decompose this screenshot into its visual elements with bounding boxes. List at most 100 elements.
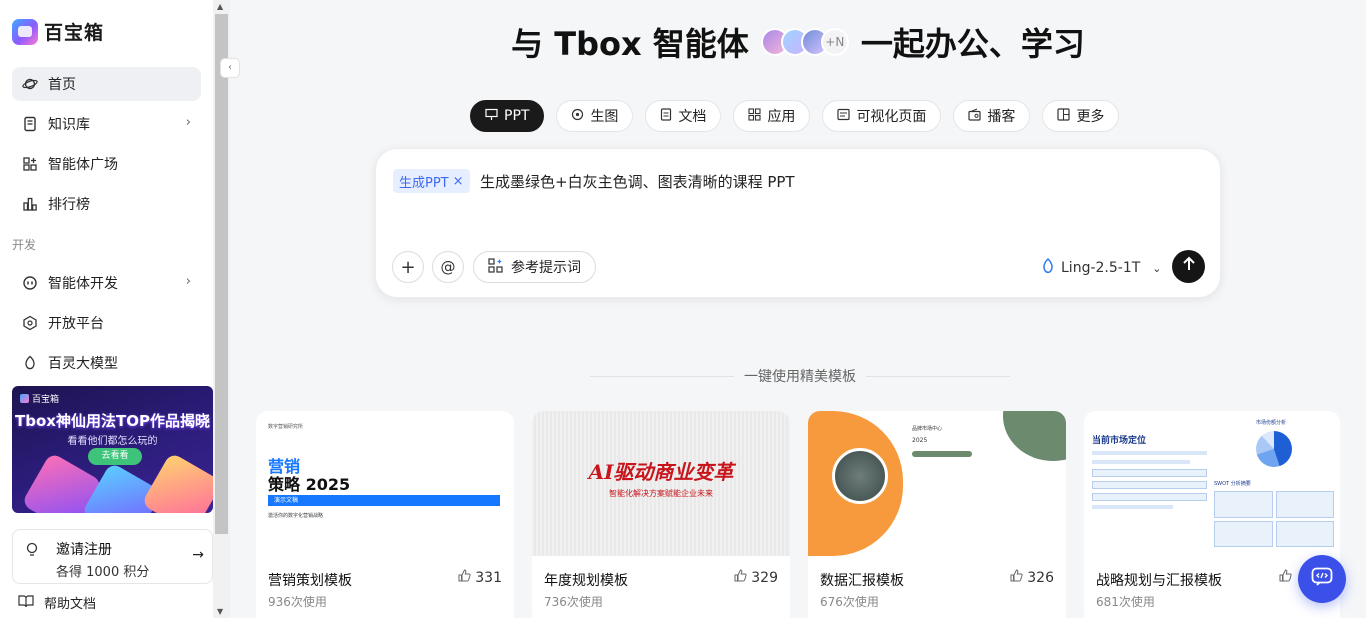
usage-count: 676次使用	[820, 595, 879, 609]
hero-text-after: 一起办公、学习	[860, 25, 1085, 63]
tab-document[interactable]: 文档	[645, 100, 722, 132]
tab-apps[interactable]: 应用	[733, 100, 811, 132]
template-thumbnail: 品牌市场中心 2025	[808, 411, 1066, 556]
like-count[interactable]	[1279, 569, 1296, 586]
thumbs-up-icon	[1010, 569, 1023, 586]
arrow-right-icon: →	[192, 547, 204, 563]
card-title: 战略规划与汇报模板	[1096, 573, 1222, 589]
reference-prompt-button[interactable]: 参考提示词	[473, 251, 596, 283]
lightbulb-icon	[25, 542, 39, 562]
like-count[interactable]: 331	[458, 569, 502, 586]
tab-visual-page[interactable]: 可视化页面	[822, 100, 942, 132]
thumb-year: 2025	[912, 437, 928, 444]
model-selector[interactable]: Ling-2.5-1T ⌄	[1041, 257, 1162, 278]
template-card-annual[interactable]: AI驱动商业变革 智能化解决方案赋能企业未来 年度规划模板 329 736次使用	[532, 411, 790, 618]
thumb-kicker: 数字营销研究所	[268, 424, 304, 430]
platform-icon	[20, 313, 40, 333]
model-icon	[20, 353, 40, 373]
hero-text-before: 与 Tbox 智能体	[511, 25, 749, 63]
thumbs-up-icon	[734, 569, 747, 586]
thumb-pie-chart	[1256, 431, 1292, 467]
banner-decoration	[141, 452, 213, 513]
tab-label: PPT	[504, 108, 530, 124]
thumb-tag	[912, 451, 972, 457]
avatar-more: +N	[820, 28, 849, 56]
add-attachment-button[interactable]: +	[392, 251, 424, 283]
book-icon	[20, 114, 40, 134]
like-count-value: 331	[475, 569, 502, 586]
chip-label: 生成PPT	[399, 175, 449, 191]
scroll-up-arrow-icon[interactable]: ▲	[217, 2, 223, 11]
sidebar-item-home[interactable]: 首页	[12, 67, 201, 101]
reference-prompt-label: 参考提示词	[511, 260, 581, 276]
like-count[interactable]: 329	[734, 569, 778, 586]
sidebar-item-bailing-model[interactable]: 百灵大模型	[12, 346, 201, 380]
templates-heading-text: 一键使用精美模板	[744, 369, 856, 385]
scroll-thumb[interactable]	[215, 14, 228, 534]
banner-button[interactable]: 去看看	[88, 448, 142, 465]
usage-count: 736次使用	[544, 595, 603, 609]
close-icon[interactable]: ×	[453, 174, 464, 189]
template-card-marketing[interactable]: 数字营销研究所 营销 策略 2025 演示文稿 激活你的数字化营销战略 营销策划…	[256, 411, 514, 618]
app-logo[interactable]: 百宝箱	[12, 18, 104, 45]
grid-plus-icon	[20, 154, 40, 174]
like-count-value: 326	[1027, 569, 1054, 586]
sidebar-scrollbar[interactable]: ▲ ▼	[213, 0, 230, 618]
scroll-down-arrow-icon[interactable]: ▼	[217, 607, 223, 616]
invite-card[interactable]: 邀请注册 各得 1000 积分 →	[12, 529, 213, 584]
banner-title: Tbox神仙用法TOP作品揭晓	[15, 412, 210, 430]
thumb-green-shape	[1003, 411, 1066, 461]
invite-title: 邀请注册	[56, 542, 112, 558]
thumb-text-block	[1092, 451, 1207, 531]
thumb-headline: AI驱动商业变革	[588, 460, 734, 484]
like-count[interactable]: 326	[1010, 569, 1054, 586]
usage-count: 936次使用	[268, 595, 327, 609]
image-gen-icon	[571, 108, 584, 124]
promo-banner[interactable]: 百宝箱 Tbox神仙用法TOP作品揭晓 看看他们都怎么玩的 去看看	[12, 386, 213, 513]
usage-count: 681次使用	[1096, 595, 1155, 609]
arrow-up-icon	[1182, 256, 1196, 277]
plus-icon: +	[400, 256, 416, 278]
thumb-line2: 策略 2025	[268, 475, 351, 494]
template-thumbnail: 数字营销研究所 营销 策略 2025 演示文稿 激活你的数字化营销战略	[256, 411, 514, 556]
sidebar-item-ranking[interactable]: 排行榜	[12, 187, 201, 221]
chevron-right-icon: ›	[185, 115, 191, 130]
chat-code-icon	[1311, 567, 1333, 591]
open-book-icon	[18, 594, 34, 612]
tab-more[interactable]: 更多	[1042, 100, 1120, 132]
prompt-composer[interactable]: 生成PPT × 生成墨绿色+白灰主色调、图表清晰的课程 PPT + @ 参考提示…	[375, 148, 1221, 298]
thumb-org: 品牌市场中心	[912, 426, 943, 432]
sidebar-item-label: 开放平台	[48, 316, 104, 332]
sidebar-item-knowledge[interactable]: 知识库 ›	[12, 107, 201, 141]
template-thumbnail: AI驱动商业变革 智能化解决方案赋能企业未来	[532, 411, 790, 556]
sidebar-item-label: 首页	[48, 77, 76, 93]
agent-avatars: +N	[760, 28, 849, 56]
radio-icon	[968, 108, 982, 124]
sidebar-item-label: 智能体开发	[48, 276, 118, 292]
presentation-icon	[485, 108, 498, 124]
tab-ppt[interactable]: PPT	[470, 100, 545, 132]
sidebar-item-label: 百灵大模型	[48, 356, 118, 372]
tab-label: 可视化页面	[856, 109, 927, 125]
sidebar: 百宝箱 首页 知识库 › 智能体广场 排行榜 开发 智能体开发 › 开放平台 百…	[0, 0, 213, 618]
model-name: Ling-2.5-1T	[1061, 260, 1141, 276]
sidebar-item-open-platform[interactable]: 开放平台	[12, 306, 201, 340]
tab-podcast[interactable]: 播客	[953, 100, 1031, 132]
send-button[interactable]	[1172, 250, 1205, 283]
tab-label: 生图	[590, 109, 619, 125]
sidebar-item-agent-dev[interactable]: 智能体开发 ›	[12, 266, 201, 300]
apps-icon	[748, 108, 761, 124]
template-card-data-report[interactable]: 品牌市场中心 2025 数据汇报模板 326 676次使用	[808, 411, 1066, 618]
help-docs-link[interactable]: 帮助文档	[18, 593, 96, 612]
prompt-input[interactable]: 生成墨绿色+白灰主色调、图表清晰的课程 PPT	[480, 171, 795, 192]
customer-service-button[interactable]	[1298, 555, 1346, 603]
thumb-photo	[832, 448, 888, 504]
planet-icon	[20, 74, 40, 94]
more-grid-icon	[1057, 108, 1071, 124]
tab-image-gen[interactable]: 生图	[556, 100, 634, 132]
mention-button[interactable]: @	[432, 251, 464, 283]
model-icon	[1041, 257, 1055, 278]
sidebar-item-agent-square[interactable]: 智能体广场	[12, 147, 201, 181]
bar-chart-icon	[20, 194, 40, 214]
mode-chip[interactable]: 生成PPT ×	[393, 169, 470, 193]
